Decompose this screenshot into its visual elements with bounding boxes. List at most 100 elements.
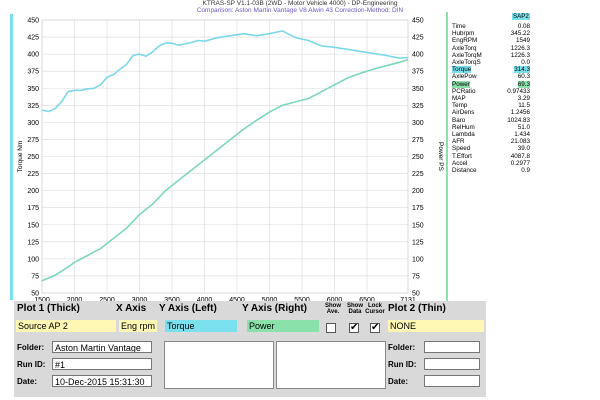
yleft-label: Y Axis (Left)	[159, 303, 217, 314]
notes-box-1[interactable]	[164, 341, 274, 389]
xaxis-select[interactable]: Eng rpm	[119, 320, 157, 332]
y-right-tick-label: 400	[412, 52, 424, 59]
panel-row-value: 0.2977	[510, 159, 530, 167]
date-field[interactable]: 10-Dec-2015 15:31:30	[52, 375, 152, 387]
runid2-field[interactable]	[424, 358, 480, 370]
show-data-checkbox[interactable]: ✔	[349, 323, 359, 333]
y-right-tick-label: 375	[412, 69, 424, 76]
y-left-tick-label: 350	[27, 86, 39, 93]
y-right-tick-label: 100	[412, 256, 424, 263]
panel-title: SAP2	[512, 13, 530, 20]
panel-row: MAP 3.29	[452, 95, 530, 102]
panel-row-label: AxleTorqM	[452, 51, 482, 59]
y-left-tick-label: 425	[27, 35, 39, 42]
show-ave-checkbox[interactable]	[326, 323, 336, 333]
y-left-tick-label: 375	[27, 69, 39, 76]
runid-label: Run ID:	[17, 360, 46, 369]
panel-row-label: Torque	[452, 66, 472, 74]
panel-row-label: AxlePow	[452, 73, 477, 81]
y-left-tick-label: 450	[27, 18, 39, 25]
folder2-field[interactable]	[424, 341, 480, 353]
y-left-tick-label: 50	[31, 291, 39, 298]
panel-row-label: Time	[452, 23, 466, 30]
panel-row-label: Temp	[452, 102, 468, 110]
y-left-tick-label: 325	[27, 103, 39, 110]
date2-field[interactable]	[424, 375, 480, 387]
y-left-tick-label: 400	[27, 52, 39, 59]
y-left-tick-label: 225	[27, 171, 39, 178]
y-right-tick-label: 275	[412, 137, 424, 144]
data-panel: SAP2 Time 0.08 Hubrpm 345.22 EngRPM 1549 AxleT…	[446, 12, 530, 302]
panel-row-value: 1226.3	[510, 44, 530, 52]
panel-row-label: PCRatio	[452, 87, 476, 95]
y-right-tick-label: 250	[412, 154, 424, 161]
y-right-tick-label: 175	[412, 205, 424, 212]
y-right-tick-label: 325	[412, 103, 424, 110]
y-right-tick-label: 150	[412, 222, 424, 229]
panel-row-label: Power	[452, 80, 470, 88]
yright-select[interactable]: Power	[247, 320, 319, 332]
panel-row: Power 69.3	[452, 80, 530, 88]
panel-row-label: RelHum	[452, 123, 475, 131]
notes-box-2[interactable]	[276, 341, 386, 389]
panel-row-value: 69.3	[517, 80, 530, 88]
panel-row: Distance 0.9	[452, 167, 530, 174]
panel-row-label: MAP	[452, 95, 466, 102]
panel-row-label: Hubrpm	[452, 30, 475, 38]
y-right-tick-label: 225	[412, 171, 424, 178]
y-right-tick-label: 300	[412, 120, 424, 127]
panel-row-value: 21.083	[510, 138, 530, 146]
panel-row-value: 1024.83	[507, 116, 530, 124]
panel-row-value: 314.3	[514, 66, 530, 74]
plot1-select[interactable]: Source AP 2	[16, 320, 116, 332]
yleft-select[interactable]: Torque	[165, 320, 237, 332]
panel-row-value: 1226.3	[510, 51, 530, 59]
folder2-label: Folder:	[388, 343, 416, 352]
xaxis-label: X Axis	[116, 303, 147, 314]
panel-row-label: Lambda	[452, 131, 475, 138]
panel-row: Hubrpm 345.22	[452, 30, 530, 37]
lock-cursor-label: Lock Cursor	[365, 303, 385, 315]
panel-row-label: EngRPM	[452, 37, 478, 45]
plot2-label: Plot 2 (Thin)	[388, 303, 446, 314]
panel-row: Lambda 1.434	[452, 131, 530, 138]
lock-cursor-checkbox[interactable]: ✔	[370, 323, 380, 333]
folder-field[interactable]: Aston Martin Vantage	[52, 341, 152, 353]
runid-field[interactable]: #1	[52, 358, 152, 370]
panel-row-value: 60.3	[517, 73, 530, 81]
panel-row: RelHum 51.0	[452, 124, 530, 131]
folder-label: Folder:	[17, 343, 45, 352]
date2-label: Date:	[388, 377, 409, 386]
runid2-label: Run ID:	[388, 360, 417, 369]
y-right-tick-label: 450	[412, 18, 424, 25]
panel-row: Torque 314.3	[452, 66, 530, 74]
panel-row-value: 11.5	[518, 102, 530, 110]
y-left-tick-label: 300	[27, 120, 39, 127]
y-left-tick-label: 200	[27, 188, 39, 195]
panel-row: AFR 21.083	[452, 138, 530, 145]
panel-row: Temp 11.5	[452, 102, 530, 109]
y-left-tick-label: 275	[27, 137, 39, 144]
y-right-tick-label: 200	[412, 188, 424, 195]
panel-row-value: 0.08	[517, 23, 530, 30]
dyno-chart[interactable]: 1500 2000 2500 3000 3500 4000 4500 5000 5500 6000…	[14, 14, 446, 303]
panel-row-value: 1.434	[514, 131, 530, 138]
y-left-tick-label: 125	[27, 239, 39, 246]
y-left-tick-label: 250	[27, 154, 39, 161]
panel-row: AxleTorqS 0.0	[452, 59, 530, 66]
y-right-tick-label: 75	[412, 273, 420, 280]
panel-row-label: AxleTorq	[452, 44, 477, 52]
y-left-tick-label: 175	[27, 205, 39, 212]
panel-row-value: 51.0	[517, 123, 530, 131]
y-right-axis-title: Power PS	[437, 142, 444, 172]
left-accent-bar	[10, 14, 13, 300]
panel-row: AxleTorqM 1226.3	[452, 52, 530, 59]
panel-row: Accel 0.2977	[452, 160, 530, 167]
panel-row-label: Baro	[452, 116, 466, 124]
plot2-select[interactable]: NONE	[388, 320, 484, 332]
panel-row-value: 3.29	[517, 95, 530, 102]
y-left-axis-title: Torque Nm	[17, 141, 24, 173]
panel-row: AirDens 1.2456	[452, 109, 530, 116]
panel-row: PCRatio 0.97433	[452, 88, 530, 95]
panel-row-value: 39.0	[517, 145, 530, 153]
